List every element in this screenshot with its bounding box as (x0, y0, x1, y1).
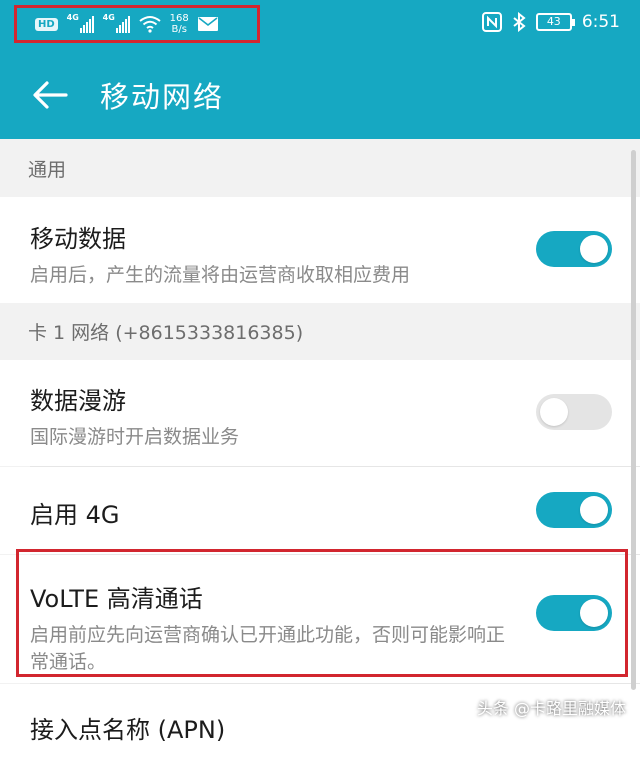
setting-subtitle: 启用前应先向运营商确认已开通此功能，否则可能影响正常通话。 (30, 622, 510, 676)
status-bar: HD 4G 4G 168 B/s 43 (0, 0, 640, 50)
setting-title: VoLTE 高清通话 (30, 579, 510, 614)
nfc-icon (482, 12, 502, 32)
volte-toggle[interactable] (536, 595, 612, 631)
setting-subtitle: 启用后，产生的流量将由运营商收取相应费用 (30, 262, 610, 289)
setting-title: 启用 4G (30, 495, 610, 530)
clock: 6:51 (582, 12, 620, 32)
setting-title: 数据漫游 (30, 381, 610, 416)
network-speed: 168 B/s (170, 13, 189, 35)
signal-sim2-icon: 4G (103, 15, 130, 33)
mail-icon (198, 17, 218, 31)
status-right: 43 6:51 (482, 12, 620, 32)
watermark: 头条 @卡路里融媒体 (477, 695, 626, 719)
section-header-sim1: 卡 1 网络 (+8615333816385) (0, 303, 640, 360)
hd-badge: HD (35, 18, 58, 31)
settings-list: 通用 移动数据 启用后，产生的流量将由运营商收取相应费用 卡 1 网络 (+86… (0, 139, 640, 727)
scrollbar[interactable] (631, 150, 636, 690)
setting-enable-4g[interactable]: 启用 4G (0, 467, 640, 554)
back-button[interactable] (0, 50, 100, 139)
setting-title: 移动数据 (30, 219, 610, 254)
setting-volte[interactable]: VoLTE 高清通话 启用前应先向运营商确认已开通此功能，否则可能影响正常通话。 (0, 555, 640, 683)
section-header-general: 通用 (0, 139, 640, 197)
data-roaming-toggle[interactable] (536, 394, 612, 430)
bluetooth-icon (512, 12, 526, 32)
arrow-left-icon (32, 80, 68, 110)
signal-sim1-icon: 4G (67, 15, 94, 33)
setting-mobile-data[interactable]: 移动数据 启用后，产生的流量将由运营商收取相应费用 (0, 197, 640, 303)
battery-icon: 43 (536, 13, 572, 31)
status-icons-highlight: HD 4G 4G 168 B/s (14, 5, 260, 43)
setting-subtitle: 国际漫游时开启数据业务 (30, 424, 610, 451)
setting-data-roaming[interactable]: 数据漫游 国际漫游时开启数据业务 (0, 360, 640, 466)
enable-4g-toggle[interactable] (536, 492, 612, 528)
wifi-icon (139, 15, 161, 33)
mobile-data-toggle[interactable] (536, 231, 612, 267)
page-title: 移动网络 (100, 74, 224, 116)
app-bar: 移动网络 (0, 50, 640, 139)
